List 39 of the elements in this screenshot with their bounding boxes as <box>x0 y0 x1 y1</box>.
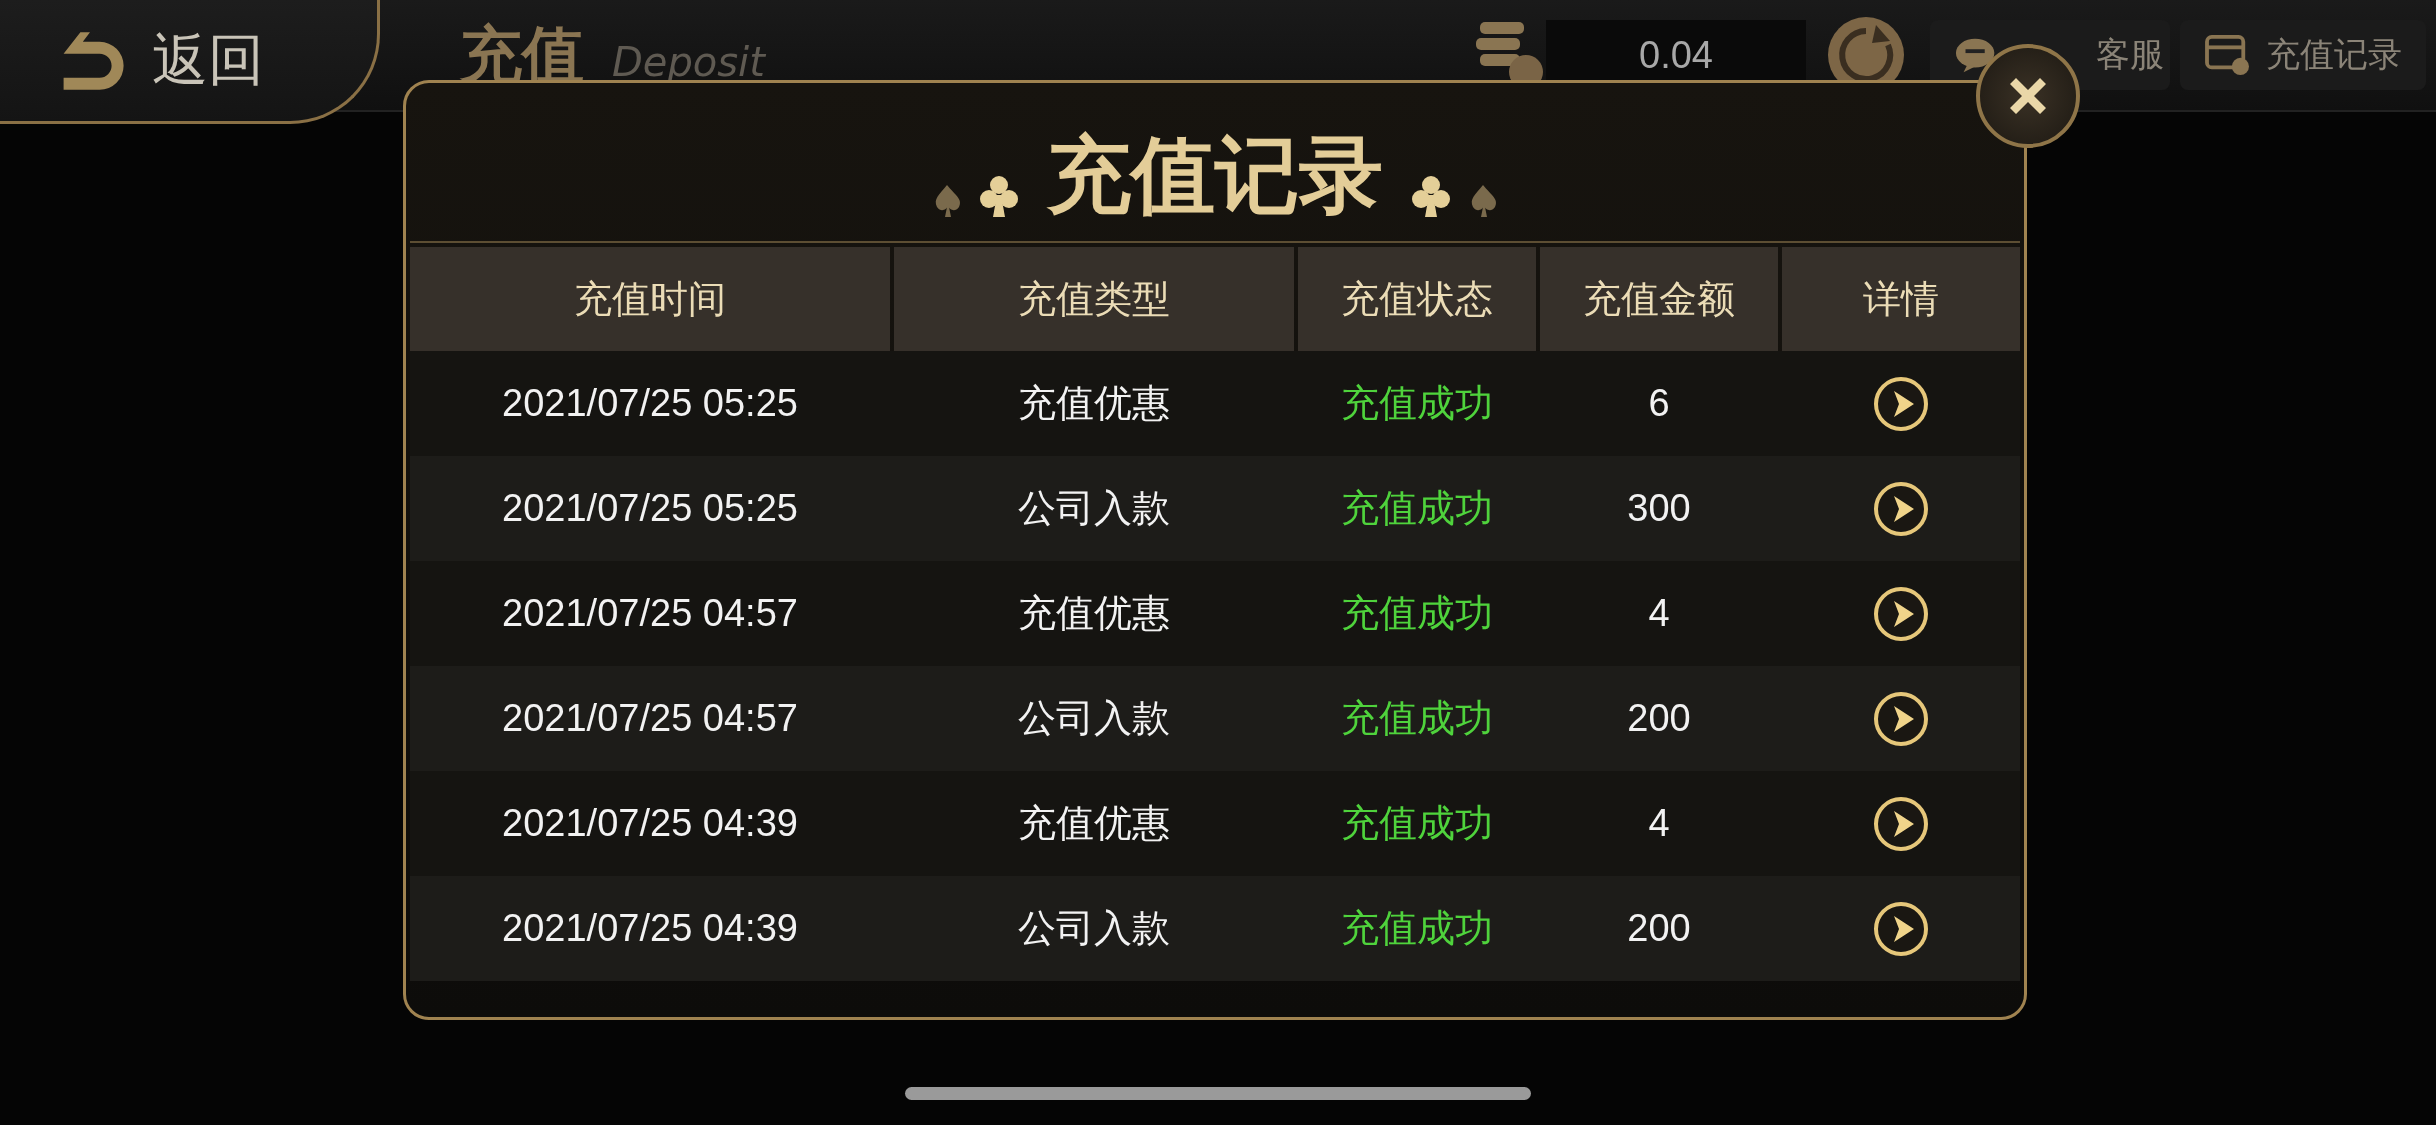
table-cell-text: 2021/07/25 04:57 <box>501 591 799 636</box>
status-cell-text: 充值成功 <box>1340 906 1494 951</box>
table-cell-text: 200 <box>1626 906 1692 951</box>
table-cell-text: 200 <box>1626 696 1692 741</box>
column-header: 详情 <box>1782 247 2020 351</box>
table-cell-text: 充值优惠 <box>1017 801 1171 846</box>
column-header: 充值金额 <box>1540 247 1778 351</box>
status-cell-text: 充值成功 <box>1340 381 1494 426</box>
table-cell-text: 4 <box>1647 801 1671 846</box>
status-cell-text: 充值成功 <box>1340 801 1494 846</box>
column-header: 充值类型 <box>894 247 1294 351</box>
dialog-title: 充值记录 <box>1047 125 1383 226</box>
table-cell-text: 公司入款 <box>1017 906 1171 951</box>
arrow-circle-icon[interactable] <box>1873 690 1929 747</box>
table-cell-text: 2021/07/25 05:25 <box>501 486 799 531</box>
table-cell-text: 充值优惠 <box>1017 381 1171 426</box>
table-cell-text: 300 <box>1626 486 1692 531</box>
table-cell-text: 2021/07/25 05:25 <box>501 381 799 426</box>
back-button[interactable]: 返回 <box>0 0 380 124</box>
status-cell-text: 充值成功 <box>1340 591 1494 636</box>
status-cell-text: 充值成功 <box>1340 486 1494 531</box>
arrow-circle-icon[interactable] <box>1873 480 1929 537</box>
arrow-circle-icon[interactable] <box>1873 900 1929 957</box>
table-cell-text: 公司入款 <box>1017 696 1171 741</box>
receipt-icon <box>2204 34 2252 76</box>
table-cell-text: 4 <box>1647 591 1671 636</box>
arrow-circle-icon[interactable] <box>1873 795 1929 852</box>
status-cell-text: 充值成功 <box>1340 696 1494 741</box>
table-cell-text: 公司入款 <box>1017 486 1171 531</box>
table-cell-text: 6 <box>1647 381 1671 426</box>
table-cell-text: 充值优惠 <box>1017 591 1171 636</box>
column-header: 充值状态 <box>1298 247 1536 351</box>
column-header: 充值时间 <box>410 247 890 351</box>
page-subtitle: Deposit <box>612 39 765 85</box>
arrow-circle-icon[interactable] <box>1873 375 1929 432</box>
table-cell-text: 2021/07/25 04:39 <box>501 801 799 846</box>
arrow-circle-icon[interactable] <box>1873 585 1929 642</box>
table-cell-text: 2021/07/25 04:57 <box>501 696 799 741</box>
table-cell-text: 2021/07/25 04:39 <box>501 906 799 951</box>
